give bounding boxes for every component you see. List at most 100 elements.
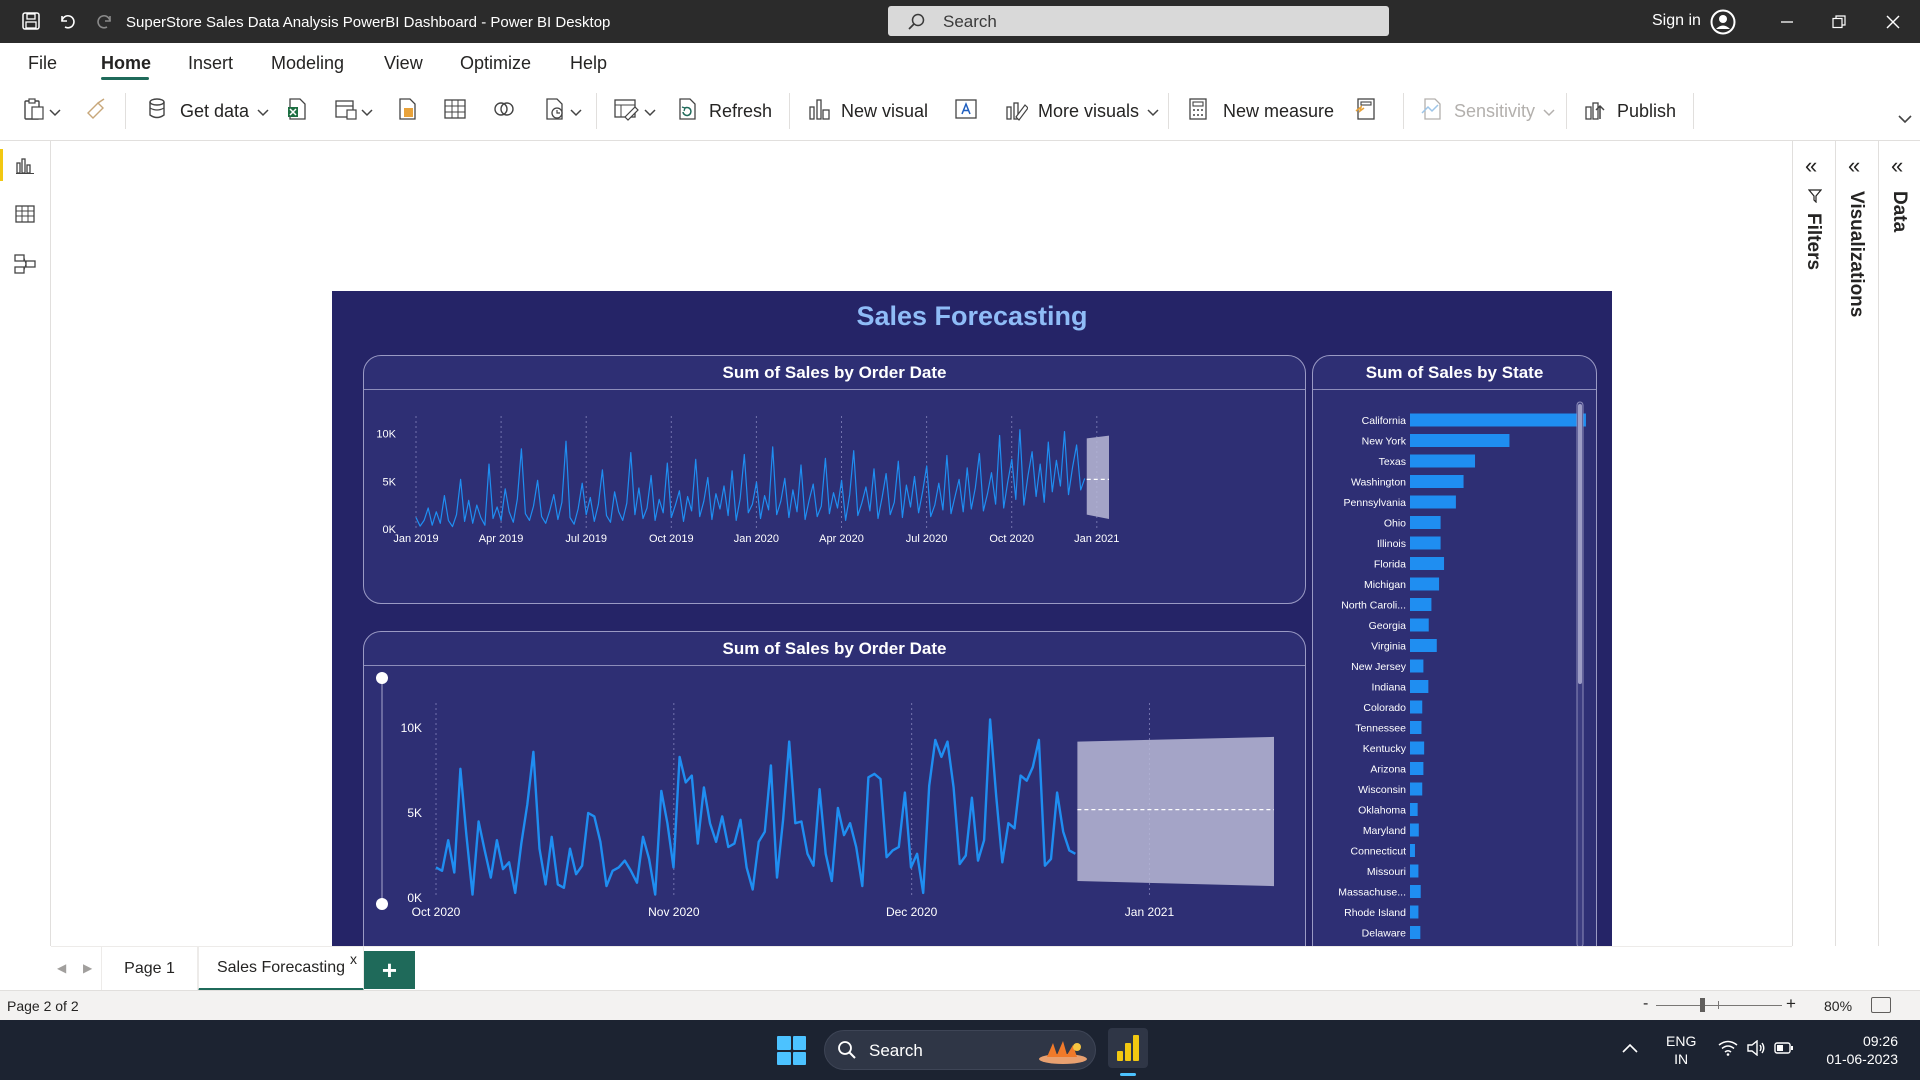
collapse-icon[interactable]: « bbox=[1848, 153, 1860, 179]
state-label: Wisconsin bbox=[1358, 784, 1406, 796]
dataset-button[interactable] bbox=[334, 96, 373, 126]
state-bar bbox=[1410, 700, 1423, 714]
chevron-down-icon bbox=[570, 101, 582, 122]
title-bar: SuperStore Sales Data Analysis PowerBI D… bbox=[0, 0, 1920, 43]
sales-by-date-full-visual[interactable]: Sum of Sales by Order Date Jan 2019 Apr 2… bbox=[363, 355, 1306, 604]
data-pane[interactable]: « Data bbox=[1878, 141, 1920, 946]
menu-help[interactable]: Help bbox=[570, 53, 607, 74]
state-label: New York bbox=[1362, 436, 1407, 448]
transform-data-button[interactable] bbox=[543, 96, 582, 126]
zoom-out-button[interactable]: - bbox=[1643, 995, 1648, 1013]
save-icon[interactable] bbox=[20, 10, 42, 32]
active-view-indicator bbox=[0, 149, 3, 181]
clock[interactable]: 09:26 01-06-2023 bbox=[1818, 1032, 1898, 1068]
state-bar bbox=[1410, 598, 1432, 611]
state-label: New Jersey bbox=[1351, 661, 1407, 673]
menu-file[interactable]: File bbox=[28, 53, 57, 74]
vertical-zoom-handle bbox=[376, 898, 388, 910]
publish-label: Publish bbox=[1617, 100, 1677, 121]
menu-modeling[interactable]: Modeling bbox=[271, 53, 344, 74]
excel-button[interactable] bbox=[285, 96, 309, 126]
collapse-icon[interactable]: « bbox=[1891, 153, 1903, 179]
undo-icon[interactable] bbox=[56, 10, 78, 32]
x-tick-label: Apr 2019 bbox=[479, 533, 524, 545]
chevron-down-icon bbox=[257, 101, 269, 122]
report-view-icon[interactable] bbox=[12, 152, 38, 178]
ribbon-separator bbox=[789, 93, 790, 129]
search-highlight-icon bbox=[1037, 1037, 1089, 1070]
state-bar bbox=[1410, 639, 1437, 652]
menu-view[interactable]: View bbox=[384, 53, 423, 74]
system-tray[interactable] bbox=[1718, 1039, 1794, 1061]
active-app-indicator bbox=[1120, 1073, 1136, 1076]
ribbon-separator bbox=[596, 93, 597, 129]
tab-page-1[interactable]: Page 1 bbox=[101, 947, 198, 991]
paste-button[interactable] bbox=[22, 96, 61, 126]
recent-sources-button[interactable] bbox=[492, 96, 516, 126]
enter-data-button[interactable] bbox=[443, 96, 467, 126]
more-visuals-icon bbox=[1004, 97, 1029, 126]
new-measure-label: New measure bbox=[1223, 100, 1335, 121]
format-painter-button[interactable] bbox=[84, 96, 108, 126]
table-view-icon[interactable] bbox=[12, 201, 38, 227]
sign-in-link[interactable]: Sign in bbox=[1652, 12, 1701, 30]
sales-line-chart-full: Jan 2019 Apr 2019 Jul 2019 Oct 2019 Jan 2020… bbox=[376, 416, 1119, 545]
menu-home[interactable]: Home bbox=[101, 53, 151, 74]
state-label: Oklahoma bbox=[1358, 805, 1406, 817]
state-label: Illinois bbox=[1377, 538, 1406, 550]
get-data-button[interactable]: Get data bbox=[146, 96, 269, 126]
close-icon[interactable] bbox=[1878, 10, 1908, 34]
sales-by-state-visual[interactable]: Sum of Sales by State California New York… bbox=[1312, 355, 1597, 986]
chevron-right-icon[interactable]: ▶ bbox=[83, 961, 92, 975]
avatar-icon[interactable] bbox=[1710, 9, 1736, 40]
add-page-button[interactable]: + bbox=[364, 951, 415, 989]
view-switcher bbox=[0, 141, 51, 946]
visual-title: Sum of Sales by Order Date bbox=[364, 356, 1305, 390]
chevron-left-icon[interactable]: ◀ bbox=[57, 961, 66, 975]
collapse-icon[interactable]: « bbox=[1805, 153, 1817, 179]
taskbar-search[interactable]: Search bbox=[824, 1030, 1096, 1070]
power-bi-taskbar-icon[interactable] bbox=[1108, 1028, 1148, 1068]
restore-icon[interactable] bbox=[1824, 10, 1854, 34]
tab-label: Sales Forecasting bbox=[216, 958, 346, 976]
minimize-icon[interactable] bbox=[1772, 10, 1802, 34]
database-icon bbox=[146, 97, 170, 126]
search-box[interactable]: Search bbox=[888, 6, 1389, 36]
tab-sales-forecasting[interactable]: Sales Forecasting bbox=[198, 947, 364, 991]
zoom-slider-thumb[interactable] bbox=[1700, 998, 1705, 1012]
text-box-button[interactable] bbox=[954, 96, 978, 126]
report-page: Sales Forecasting Sum of Sales by Order … bbox=[332, 291, 1612, 1011]
sales-forecast-visual[interactable]: Sum of Sales by Order Date Oct 2020 Nov 2… bbox=[363, 631, 1306, 986]
new-measure-button[interactable]: New measure bbox=[1187, 96, 1334, 126]
more-visuals-button[interactable]: More visuals bbox=[1004, 96, 1159, 126]
redo-icon[interactable] bbox=[94, 10, 116, 32]
sensitivity-button[interactable]: Sensitivity bbox=[1420, 96, 1555, 126]
battery-icon bbox=[1774, 1041, 1794, 1060]
menu-optimize[interactable]: Optimize bbox=[460, 53, 531, 74]
close-tab-icon[interactable]: x bbox=[350, 951, 357, 967]
state-bar bbox=[1410, 782, 1423, 796]
refresh-button[interactable]: Refresh bbox=[675, 96, 772, 126]
visualizations-pane[interactable]: « Visualizations bbox=[1835, 141, 1878, 946]
model-view-icon[interactable] bbox=[12, 251, 38, 277]
chevron-down-icon bbox=[49, 101, 61, 122]
state-label: Maryland bbox=[1363, 825, 1406, 837]
state-label: Massachuse... bbox=[1338, 887, 1406, 899]
zoom-slider-track[interactable] bbox=[1656, 1005, 1782, 1006]
chevron-up-icon[interactable] bbox=[1622, 1040, 1638, 1058]
language-indicator[interactable]: ENG IN bbox=[1666, 1032, 1696, 1068]
filters-pane[interactable]: « Filters bbox=[1792, 141, 1835, 946]
collapse-ribbon-button[interactable] bbox=[1898, 103, 1912, 133]
publish-button[interactable]: Publish bbox=[1583, 96, 1676, 126]
menu-insert[interactable]: Insert bbox=[188, 53, 233, 74]
transform-button[interactable] bbox=[613, 96, 656, 126]
state-label: Texas bbox=[1379, 456, 1406, 468]
dataverse-button[interactable] bbox=[395, 96, 419, 126]
fit-to-page-icon[interactable] bbox=[1871, 997, 1891, 1013]
new-visual-button[interactable]: New visual bbox=[807, 96, 928, 126]
windows-start-icon[interactable] bbox=[777, 1036, 806, 1065]
zoom-in-button[interactable]: + bbox=[1786, 994, 1796, 1014]
quick-measure-button[interactable] bbox=[1354, 96, 1378, 126]
state-bar bbox=[1410, 803, 1418, 816]
search-icon bbox=[906, 12, 926, 37]
